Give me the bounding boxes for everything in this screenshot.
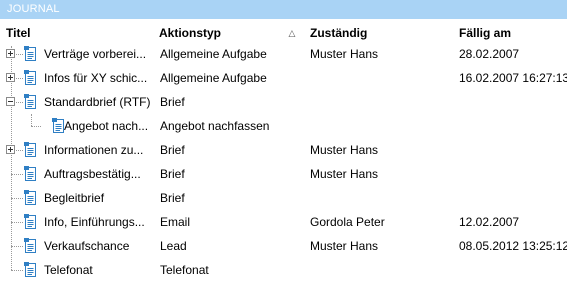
table-row[interactable]: Standardbrief (RTF) Brief [0,90,567,114]
tree-connector-line [11,270,23,271]
tree-connector-line [11,174,23,175]
table-row[interactable]: Angebot nach... Angebot nachfassen [0,114,567,138]
sort-ascending-icon[interactable]: △ [286,24,298,42]
row-due-date: 16.02.2007 16:27:13 [459,71,567,85]
minus-box-icon[interactable] [6,97,15,106]
row-assignee [310,114,455,138]
table-row[interactable]: Infos für XY schic... Allgemeine Aufgabe 1… [0,66,567,90]
plus-box-icon[interactable] [6,73,15,82]
row-due-date [459,258,567,282]
document-icon [23,70,37,86]
tree-connector-line [11,222,23,223]
document-icon [23,190,37,206]
document-icon [51,118,65,134]
row-due-date: 08.05.2012 13:25:12 [459,239,567,253]
table-row[interactable]: Informationen zu... Brief Muster Hans [0,138,567,162]
row-due-date: 12.02.2007 [459,215,520,229]
column-header-title[interactable]: Titel [6,24,30,42]
row-action-type: Angebot nachfassen [160,119,270,133]
row-action-type: Allgemeine Aufgabe [160,47,267,61]
row-due-date [459,162,567,186]
row-action-type: Telefonat [160,263,209,277]
row-assignee: Muster Hans [310,143,379,157]
row-action-type: Allgemeine Aufgabe [160,71,267,85]
document-icon [23,238,37,254]
row-assignee [310,66,455,90]
row-due-date [459,186,567,210]
row-assignee: Muster Hans [310,239,379,253]
table-row[interactable]: Telefonat Telefonat [0,258,567,282]
row-due-date: 28.02.2007 [459,47,520,61]
row-assignee [310,90,455,114]
row-assignee: Gordola Peter [310,215,385,229]
table-row[interactable]: Info, Einführungs... Email Gordola Peter 12… [0,210,567,234]
document-icon [23,142,37,158]
tree-connector-line [11,198,23,199]
column-header-assignee[interactable]: Zuständig [310,24,367,42]
tree-connector-line [31,114,32,126]
plus-box-icon[interactable] [6,49,15,58]
row-assignee [310,186,455,210]
journal-tree-list: Verträge vorberei... Allgemeine Aufgabe Mu… [0,42,567,282]
row-action-type: Brief [160,167,185,181]
row-assignee [310,258,455,282]
row-action-type: Lead [160,239,187,253]
row-assignee: Muster Hans [310,47,379,61]
row-action-type: Email [160,215,191,229]
row-action-type: Brief [160,191,185,205]
document-icon [23,94,37,110]
row-action-type: Brief [160,95,185,109]
table-row[interactable]: Verträge vorberei... Allgemeine Aufgabe Mu… [0,42,567,66]
column-header-row: Titel Aktionstyp Zuständig Fällig am [0,24,567,42]
table-row[interactable]: Begleitbrief Brief [0,186,567,210]
table-row[interactable]: Verkaufschance Lead Muster Hans 08.05.2012 … [0,234,567,258]
row-due-date [459,138,567,162]
document-icon [23,214,37,230]
row-action-type: Brief [160,143,185,157]
table-row[interactable]: Auftragsbestätig... Brief Muster Hans [0,162,567,186]
document-icon [23,46,37,62]
row-assignee: Muster Hans [310,167,379,181]
document-icon [23,166,37,182]
panel-title: JOURNAL [0,0,567,19]
document-icon [23,262,37,278]
row-due-date [459,114,567,138]
tree-connector-line [31,126,41,127]
column-header-type[interactable]: Aktionstyp [159,24,221,42]
column-header-due[interactable]: Fällig am [459,24,511,42]
row-due-date [459,90,567,114]
tree-connector-line [11,246,23,247]
plus-box-icon[interactable] [6,145,15,154]
